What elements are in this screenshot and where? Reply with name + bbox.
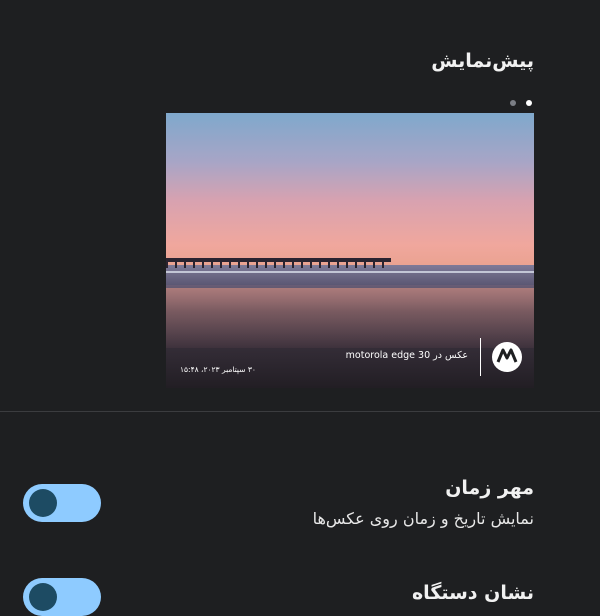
toggle-knob [29, 489, 57, 517]
wave-line [166, 271, 534, 273]
preview-section-title: پیش‌نمایش [431, 50, 534, 72]
timestamp-setting-title: مهر زمان [445, 477, 534, 499]
toggle-knob [29, 583, 57, 611]
preview-photo[interactable]: عکس در motorola edge 30 ۳۰ سپتامبر ۲۰۲۳،… [166, 113, 534, 388]
watermark-divider [480, 338, 481, 376]
motorola-logo-icon [492, 342, 522, 372]
device-mark-setting-title: نشان دستگاه [411, 582, 534, 604]
timestamp-setting-subtitle: نمایش تاریخ و زمان روی عکس‌ها [312, 509, 534, 528]
pager-dots [510, 100, 532, 106]
device-mark-toggle[interactable] [23, 578, 101, 616]
pager-dot-2[interactable] [510, 100, 516, 106]
pager-dot-1-active[interactable] [526, 100, 532, 106]
watermark-date-text: ۳۰ سپتامبر ۲۰۲۳، ۱۵:۴۸ [180, 365, 256, 374]
section-divider [0, 411, 600, 412]
pier-legs [166, 262, 391, 268]
timestamp-toggle[interactable] [23, 484, 101, 522]
sea-band [166, 265, 534, 285]
photo-watermark: عکس در motorola edge 30 ۳۰ سپتامبر ۲۰۲۳،… [166, 328, 534, 388]
watermark-device-text: عکس در motorola edge 30 [345, 350, 468, 361]
